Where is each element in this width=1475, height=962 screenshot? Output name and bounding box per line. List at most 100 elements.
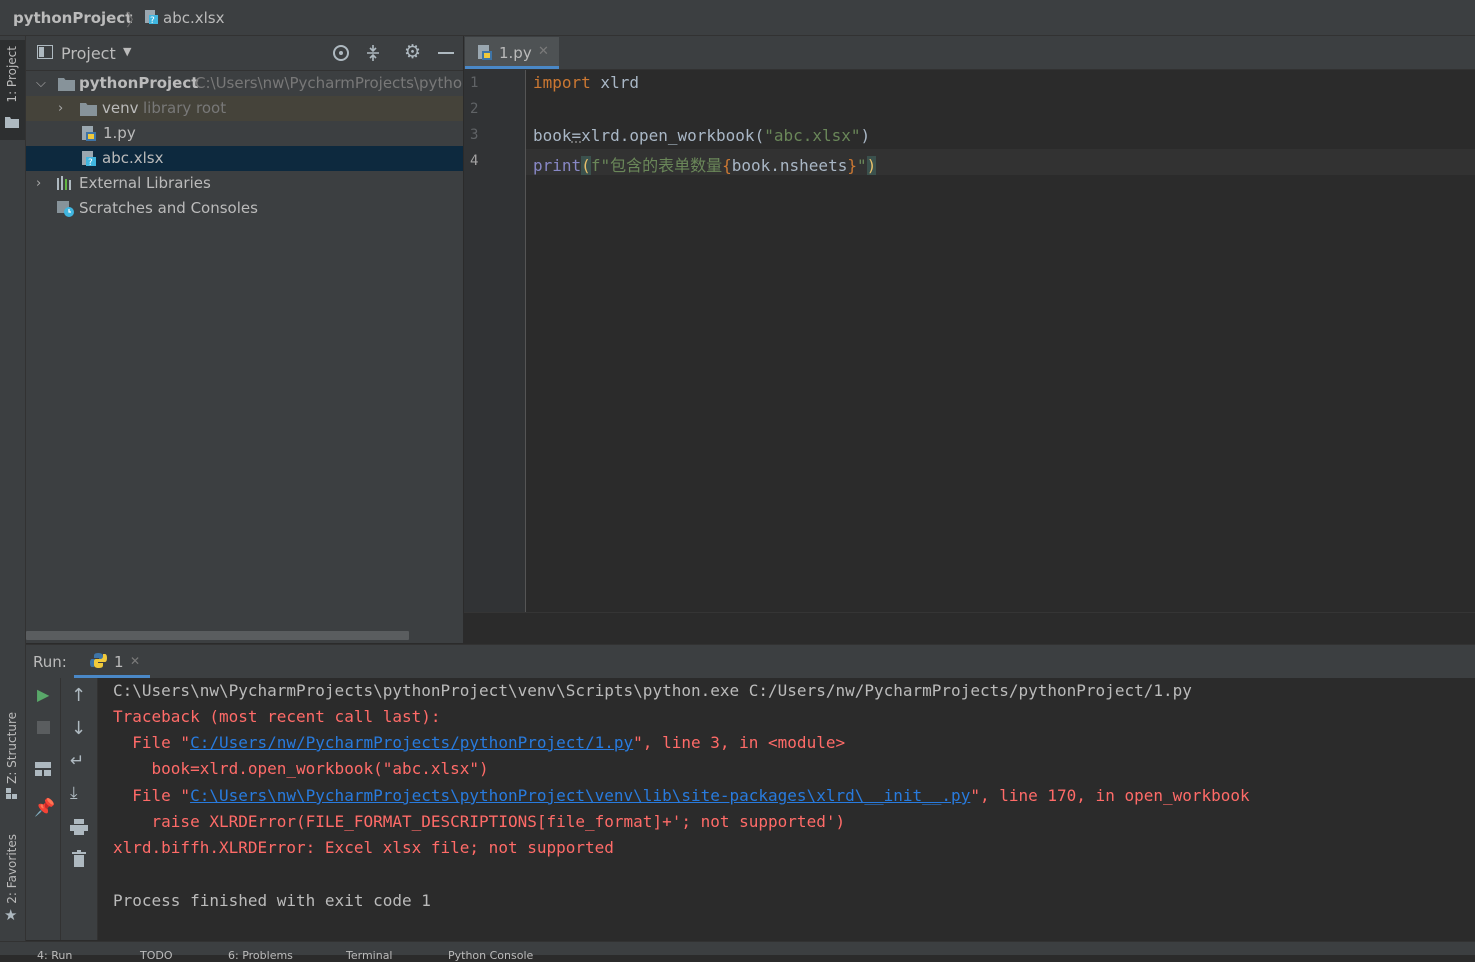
python-console-tool-button[interactable]: Python Console xyxy=(448,949,533,962)
console-text: ", line 170, in open_workbook xyxy=(970,786,1250,805)
code-text: book.nsheets xyxy=(731,156,848,175)
project-view-icon xyxy=(37,45,53,59)
tree-item-venv[interactable]: › venv library root xyxy=(26,96,463,121)
collapse-all-icon[interactable] xyxy=(365,44,381,62)
locate-target-icon[interactable] xyxy=(332,44,350,62)
todo-tool-button[interactable]: TODO xyxy=(140,949,173,962)
code-brace: } xyxy=(847,156,857,175)
console-traceback-line: Traceback (most recent call last): xyxy=(113,707,441,726)
rerun-icon[interactable]: ▶ xyxy=(37,685,49,704)
console-command-line: C:\Users\nw\PycharmProjects\pythonProjec… xyxy=(113,681,1192,700)
pin-icon[interactable]: 📌 xyxy=(34,798,55,818)
close-icon[interactable]: ✕ xyxy=(538,44,549,59)
tree-item-label: abc.xlsx xyxy=(102,149,164,167)
scratches-icon xyxy=(57,201,74,217)
run-panel-header: Run: 1 ✕ xyxy=(26,644,1475,679)
code-line-3: book=xlrd.open_workbook("abc.xlsx") xyxy=(533,126,870,145)
python-file-icon xyxy=(478,45,492,60)
code-text: xlrd xyxy=(590,73,639,92)
line-number: 2 xyxy=(470,101,479,117)
console-exit-line: Process finished with exit code 1 xyxy=(113,891,431,910)
line-number-gutter xyxy=(464,70,526,612)
trash-icon[interactable] xyxy=(72,850,86,867)
tree-item-label: Scratches and Consoles xyxy=(79,199,258,217)
run-tool-button[interactable]: 4: Run xyxy=(37,949,72,962)
chevron-down-icon[interactable]: ⌵ xyxy=(36,71,46,96)
project-tool-tab[interactable]: 1: Project xyxy=(0,40,25,140)
code-brace: { xyxy=(722,156,732,175)
svg-text:?: ? xyxy=(88,158,93,167)
tree-item-label: pythonProject xyxy=(79,74,199,92)
editor-tab-1py[interactable]: 1.py ✕ xyxy=(465,37,559,69)
code-line-1: import xlrd xyxy=(533,73,639,92)
libraries-icon xyxy=(57,176,71,190)
line-number: 4 xyxy=(470,153,479,169)
folder-icon xyxy=(5,117,19,128)
xlsx-file-icon: ? xyxy=(145,10,158,25)
project-tool-tab-label: 1: Project xyxy=(5,46,19,103)
editor-tab-label: 1.py xyxy=(499,44,532,62)
favorites-tool-tab[interactable]: 2: Favorites ★ xyxy=(0,830,25,930)
structure-tool-tab[interactable]: Z: Structure xyxy=(0,706,25,806)
line-number: 3 xyxy=(470,127,479,143)
run-tab-label: 1 xyxy=(114,653,124,671)
structure-tool-tab-label: Z: Structure xyxy=(5,712,19,784)
run-toolbar-left: ▶ 📌 xyxy=(26,678,61,940)
console-file-link[interactable]: C:/Users/nw/PycharmProjects/pythonProjec… xyxy=(190,733,633,752)
tool-window-bar: 4: Run TODO 6: Problems Terminal Python … xyxy=(0,941,1475,962)
folder-icon xyxy=(58,78,75,91)
console-file-link[interactable]: C:\Users\nw\PycharmProjects\pythonProjec… xyxy=(190,786,970,805)
tree-item-scratches[interactable]: Scratches and Consoles xyxy=(26,196,463,221)
svg-text:?: ? xyxy=(150,16,155,25)
tree-item-path-hint: C:\Users\nw\PycharmProjects\pythonProjec… xyxy=(195,74,463,92)
keyword: import xyxy=(533,73,591,92)
minimize-icon[interactable] xyxy=(438,52,454,54)
console-code-line-1: book=xlrd.open_workbook("abc.xlsx") xyxy=(113,759,489,778)
star-icon: ★ xyxy=(4,906,18,924)
run-tab-1[interactable]: 1 ✕ xyxy=(74,645,150,678)
code-text: xlrd.open_workbook( xyxy=(581,126,765,145)
code-bracket: ) xyxy=(866,156,877,175)
problems-tool-button[interactable]: 6: Problems xyxy=(228,949,293,962)
project-view-title[interactable]: Project xyxy=(61,44,116,63)
print-icon[interactable] xyxy=(70,819,88,835)
stop-icon[interactable] xyxy=(37,721,50,734)
breadcrumb-project[interactable]: pythonProject xyxy=(13,9,132,27)
console-file-line-2: File "C:\Users\nw\PycharmProjects\python… xyxy=(113,786,1250,805)
code-text: book xyxy=(533,126,572,145)
structure-icon xyxy=(6,788,17,799)
tree-item-abc-xlsx[interactable]: ? abc.xlsx xyxy=(26,146,463,171)
chevron-right-icon[interactable]: › xyxy=(58,96,63,121)
code-string: "abc.xlsx" xyxy=(764,126,861,145)
code-line-4: print(f"包含的表单数量{book.nsheets}") xyxy=(533,152,877,176)
console-text: File " xyxy=(113,786,191,805)
left-tool-stripe: 1: Project Z: Structure 2: Favorites ★ xyxy=(0,36,26,941)
chevron-right-icon[interactable]: › xyxy=(36,171,41,196)
breadcrumb-file[interactable]: abc.xlsx xyxy=(163,9,224,27)
run-panel-label: Run: xyxy=(33,653,67,671)
horizontal-scrollbar[interactable] xyxy=(26,631,409,640)
code-operator: = xyxy=(571,126,582,145)
python-icon xyxy=(90,653,107,668)
gear-icon[interactable]: ⚙ xyxy=(404,41,421,63)
close-icon[interactable]: ✕ xyxy=(130,654,140,668)
breadcrumb-separator: 〉 xyxy=(126,11,143,31)
arrow-up-icon[interactable]: ↑ xyxy=(71,685,86,706)
terminal-tool-button[interactable]: Terminal xyxy=(346,949,393,962)
tree-item-pythonproject[interactable]: ⌵ pythonProject C:\Users\nw\PycharmProje… xyxy=(26,71,463,96)
scroll-to-end-icon[interactable]: ⤓ xyxy=(70,783,78,803)
tree-item-label: venv xyxy=(102,99,139,117)
code-text: ) xyxy=(860,126,871,145)
tree-item-1py[interactable]: 1.py xyxy=(26,121,463,146)
tree-item-external-libraries[interactable]: › External Libraries xyxy=(26,171,463,196)
chevron-down-icon[interactable]: ▼ xyxy=(123,45,131,58)
python-file-icon xyxy=(82,126,96,141)
console-code-line-2: raise XLRDError(FILE_FORMAT_DESCRIPTIONS… xyxy=(113,812,846,831)
arrow-down-icon[interactable]: ↓ xyxy=(71,718,86,739)
code-builtin: print xyxy=(533,156,582,175)
layout-icon[interactable] xyxy=(35,762,51,776)
xlsx-file-icon: ? xyxy=(82,151,96,167)
console-error-line: xlrd.biffh.XLRDError: Excel xlsx file; n… xyxy=(113,838,614,857)
soft-wrap-icon[interactable]: ↵ xyxy=(70,751,84,771)
code-string: f"包含的表单数量 xyxy=(590,156,723,175)
